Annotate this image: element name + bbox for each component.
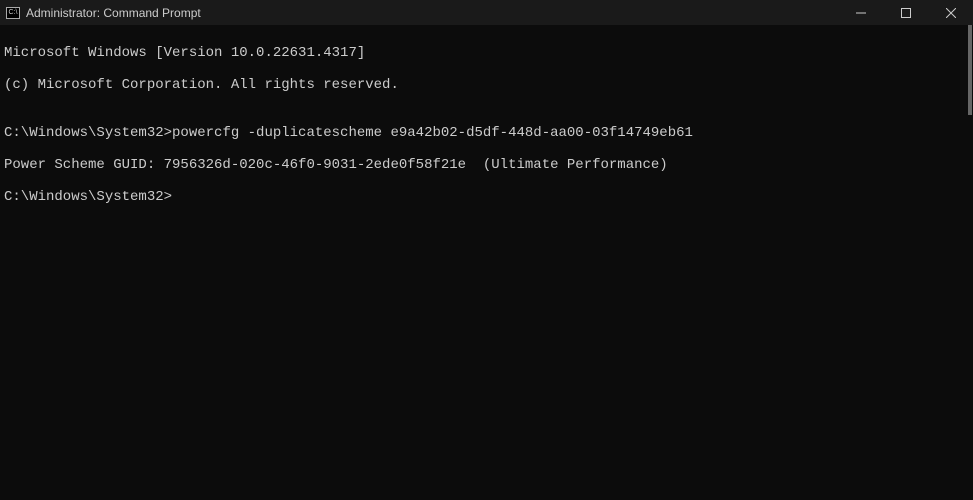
version-line: Microsoft Windows [Version 10.0.22631.43… (4, 45, 969, 61)
terminal-output[interactable]: Microsoft Windows [Version 10.0.22631.43… (0, 25, 973, 225)
prompt-path: C:\Windows\System32> (4, 189, 172, 205)
maximize-icon (901, 8, 911, 18)
window-controls (838, 0, 973, 25)
close-button[interactable] (928, 0, 973, 25)
close-icon (946, 8, 956, 18)
minimize-button[interactable] (838, 0, 883, 25)
copyright-line: (c) Microsoft Corporation. All rights re… (4, 77, 969, 93)
scrollbar[interactable] (968, 25, 972, 115)
minimize-icon (856, 8, 866, 18)
maximize-button[interactable] (883, 0, 928, 25)
titlebar: C:\ Administrator: Command Prompt (0, 0, 973, 25)
cmd-icon: C:\ (6, 7, 20, 19)
prompt-line-2: C:\Windows\System32> (4, 189, 969, 205)
output-line: Power Scheme GUID: 7956326d-020c-46f0-90… (4, 157, 969, 173)
command-text: powercfg -duplicatescheme e9a42b02-d5df-… (172, 125, 693, 141)
prompt-line-1: C:\Windows\System32>powercfg -duplicates… (4, 125, 969, 141)
prompt-path: C:\Windows\System32> (4, 125, 172, 141)
titlebar-left: C:\ Administrator: Command Prompt (6, 6, 201, 20)
window-title: Administrator: Command Prompt (26, 6, 201, 20)
